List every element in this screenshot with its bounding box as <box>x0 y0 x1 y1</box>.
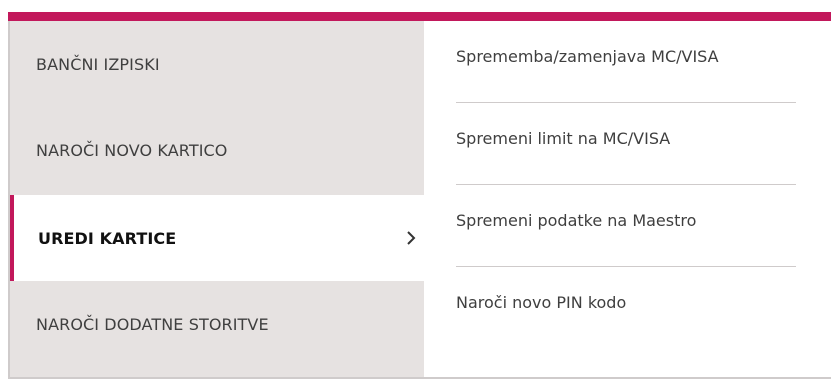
submenu-item-sprememba-zamenjava[interactable]: Sprememba/zamenjava MC/VISA <box>456 21 796 103</box>
menu-panel: BANČNI IZPISKI NAROČI NOVO KARTICO UREDI… <box>8 21 831 379</box>
menu-item-label: UREDI KARTICE <box>38 228 177 248</box>
menu-item-naroci-novo-kartico[interactable]: NAROČI NOVO KARTICO <box>10 107 424 193</box>
submenu-item-label: Spremeni podatke na Maestro <box>456 211 697 230</box>
menu-item-label: NAROČI DODATNE STORITVE <box>36 314 269 334</box>
chevron-right-icon <box>407 231 416 245</box>
submenu-item-spremeni-podatke[interactable]: Spremeni podatke na Maestro <box>456 185 796 267</box>
submenu: Sprememba/zamenjava MC/VISA Spremeni lim… <box>424 21 831 377</box>
menu-item-label: NAROČI NOVO KARTICO <box>36 140 228 160</box>
menu-item-label: BANČNI IZPISKI <box>36 54 160 74</box>
card-menu-widget: BANČNI IZPISKI NAROČI NOVO KARTICO UREDI… <box>0 0 831 383</box>
submenu-item-naroci-pin[interactable]: Naroči novo PIN kodo <box>456 267 796 349</box>
submenu-item-label: Sprememba/zamenjava MC/VISA <box>456 47 719 66</box>
menu-item-bancni-izpiski[interactable]: BANČNI IZPISKI <box>10 21 424 107</box>
accent-top-bar <box>8 12 831 21</box>
menu-item-uredi-kartice[interactable]: UREDI KARTICE <box>10 195 424 281</box>
left-menu: BANČNI IZPISKI NAROČI NOVO KARTICO UREDI… <box>10 21 424 377</box>
submenu-item-spremeni-limit[interactable]: Spremeni limit na MC/VISA <box>456 103 796 185</box>
submenu-item-label: Spremeni limit na MC/VISA <box>456 129 671 148</box>
submenu-item-label: Naroči novo PIN kodo <box>456 293 627 312</box>
menu-item-naroci-dodatne-storitve[interactable]: NAROČI DODATNE STORITVE <box>10 281 424 367</box>
